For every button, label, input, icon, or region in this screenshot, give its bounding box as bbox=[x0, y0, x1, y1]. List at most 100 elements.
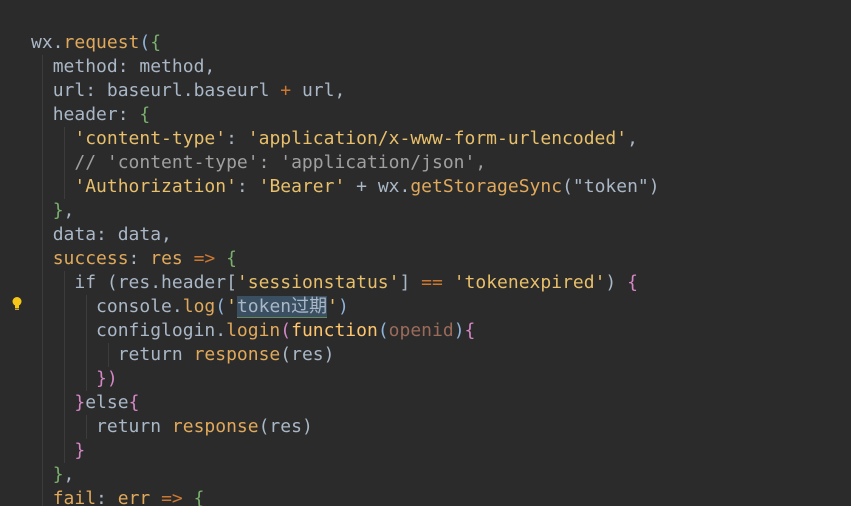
code-token: ' bbox=[327, 296, 338, 317]
code-line[interactable]: success: res => { bbox=[31, 247, 660, 271]
code-token: console. bbox=[96, 296, 183, 317]
code-token: { bbox=[139, 104, 151, 125]
code-line[interactable]: method: method, bbox=[31, 55, 660, 79]
code-token: err bbox=[117, 488, 151, 506]
code-token: data: data, bbox=[52, 224, 172, 245]
code-token: return bbox=[117, 344, 194, 365]
code-line[interactable]: data: data, bbox=[31, 223, 660, 247]
indent-guide bbox=[42, 295, 43, 319]
indent-guide bbox=[108, 343, 109, 367]
indent-guide bbox=[42, 343, 43, 367]
indent-guide bbox=[64, 295, 65, 319]
indent-guide bbox=[64, 439, 65, 463]
indent-guide bbox=[42, 247, 43, 271]
code-token: { bbox=[150, 32, 162, 53]
code-token: : bbox=[236, 176, 259, 197]
indent-guide bbox=[86, 415, 87, 439]
code-token: else bbox=[85, 392, 129, 413]
code-token: configlogin. bbox=[96, 320, 227, 341]
code-token: + wx. bbox=[345, 176, 411, 197]
code-token: => bbox=[150, 488, 194, 506]
code-line[interactable]: }else{ bbox=[31, 391, 660, 415]
indent-guide bbox=[64, 391, 65, 415]
code-token: ] bbox=[399, 272, 422, 293]
code-token: (res) bbox=[258, 416, 313, 437]
code-line[interactable]: header: { bbox=[31, 103, 660, 127]
code-token: : bbox=[96, 488, 118, 506]
lightbulb-icon[interactable] bbox=[12, 296, 22, 312]
code-line[interactable]: } bbox=[31, 439, 660, 463]
code-token: { bbox=[193, 488, 205, 506]
code-line[interactable]: return response(res) bbox=[31, 343, 660, 367]
code-token: 'sessionstatus' bbox=[236, 272, 400, 293]
code-token: => bbox=[182, 248, 227, 269]
indent-guide bbox=[42, 391, 43, 415]
code-line[interactable]: if (res.header['sessionstatus'] == 'toke… bbox=[31, 271, 660, 295]
code-token: request bbox=[63, 32, 140, 53]
selected-text: token过期 bbox=[236, 296, 328, 318]
code-token: ) bbox=[453, 320, 465, 341]
code-token: return bbox=[96, 416, 172, 437]
code-token: fail bbox=[52, 488, 97, 506]
code-token: if (res.header[ bbox=[74, 272, 237, 293]
code-token: , bbox=[63, 200, 75, 221]
indent-guide bbox=[42, 151, 43, 175]
indent-guide bbox=[86, 367, 87, 391]
editor-gutter bbox=[0, 0, 28, 506]
indent-guide bbox=[42, 487, 43, 506]
indent-guide bbox=[42, 271, 43, 295]
code-token: } bbox=[74, 392, 86, 413]
code-token: 'tokenexpired' bbox=[453, 272, 606, 293]
code-line[interactable]: }) bbox=[31, 367, 660, 391]
code-token: }) bbox=[96, 368, 118, 389]
code-token: header: bbox=[52, 104, 140, 125]
code-token: ( bbox=[215, 296, 227, 317]
code-token: success bbox=[52, 248, 129, 269]
code-line[interactable]: wx.request({ bbox=[31, 31, 660, 55]
code-token: response bbox=[171, 416, 259, 437]
code-token: } bbox=[52, 200, 64, 221]
code-area[interactable]: wx.request({ method: method, url: baseur… bbox=[31, 31, 660, 506]
code-token: login bbox=[226, 320, 281, 341]
code-token: 'Bearer' bbox=[258, 176, 346, 197]
code-token: , bbox=[627, 128, 638, 149]
code-token: { bbox=[464, 320, 476, 341]
code-token: url: baseurl.baseurl bbox=[52, 80, 281, 101]
indent-guide bbox=[42, 367, 43, 391]
code-token: res bbox=[150, 248, 183, 269]
code-editor[interactable]: wx.request({ method: method, url: baseur… bbox=[0, 0, 851, 506]
code-line[interactable]: console.log('token过期') bbox=[31, 295, 660, 319]
code-token: (res) bbox=[280, 344, 335, 365]
indent-guide bbox=[64, 343, 65, 367]
code-token: 'content-type' bbox=[74, 128, 227, 149]
code-line[interactable]: }, bbox=[31, 463, 660, 487]
indent-guide bbox=[42, 175, 43, 199]
code-token: log bbox=[182, 296, 216, 317]
code-token: 'Authorization' bbox=[74, 176, 237, 197]
code-line[interactable]: return response(res) bbox=[31, 415, 660, 439]
code-token: == bbox=[421, 272, 443, 293]
code-token: method: method, bbox=[52, 56, 216, 77]
code-line[interactable]: 'content-type': 'application/x-www-form-… bbox=[31, 127, 660, 151]
code-line[interactable]: // 'content-type': 'application/json', bbox=[31, 151, 660, 175]
code-token: ) bbox=[337, 296, 349, 317]
code-line[interactable]: url: baseurl.baseurl + url, bbox=[31, 79, 660, 103]
code-line[interactable]: 'Authorization': 'Bearer' + wx.getStorag… bbox=[31, 175, 660, 199]
code-token: + bbox=[280, 80, 292, 101]
code-token: } bbox=[52, 464, 64, 485]
code-line[interactable]: configlogin.login(function(openid){ bbox=[31, 319, 660, 343]
code-token: ) bbox=[605, 272, 628, 293]
indent-guide bbox=[86, 343, 87, 367]
code-token: } bbox=[74, 440, 86, 461]
code-line[interactable]: fail: err => { bbox=[31, 487, 660, 506]
code-line[interactable]: }, bbox=[31, 199, 660, 223]
code-token: function bbox=[291, 320, 378, 341]
indent-guide bbox=[64, 151, 65, 175]
code-token: , bbox=[63, 464, 75, 485]
